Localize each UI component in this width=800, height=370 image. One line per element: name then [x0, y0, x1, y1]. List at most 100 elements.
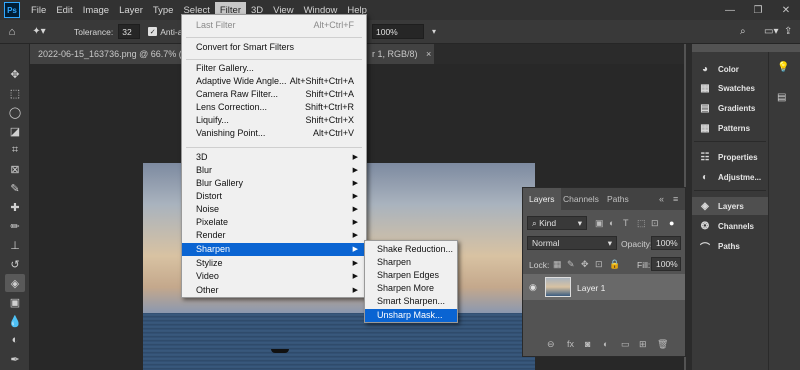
home-icon[interactable]: ⌂: [0, 26, 24, 38]
panel-swatches[interactable]: ▦ Swatches: [692, 79, 768, 97]
opacity-dropdown-icon[interactable]: ▾: [432, 27, 436, 36]
menu-file[interactable]: File: [26, 2, 51, 19]
adjustment-layer-icon[interactable]: ◐: [603, 339, 608, 349]
fill-input[interactable]: 100%: [651, 257, 681, 271]
smart-object-filter-icon[interactable]: ⊡: [651, 218, 659, 229]
healing-brush-tool-icon[interactable]: ✚: [5, 198, 25, 216]
menu-item-convert-smart-filters[interactable]: Convert for Smart Filters: [182, 41, 366, 54]
panel-adjustments[interactable]: ◐ Adjustme...: [692, 168, 768, 186]
pixel-filter-icon[interactable]: ▣: [595, 218, 604, 229]
gradient-tool-icon[interactable]: ▣: [5, 293, 25, 311]
eye-icon[interactable]: ◉: [529, 282, 537, 293]
lock-all-icon[interactable]: 🔒: [609, 259, 620, 270]
eraser-tool-icon[interactable]: ◈: [5, 274, 25, 292]
menu-edit[interactable]: Edit: [51, 2, 77, 19]
maximize-button[interactable]: ❐: [744, 0, 772, 20]
menu-item-pixelate[interactable]: Pixelate ▶: [182, 216, 366, 229]
panel-gradients[interactable]: ▤ Gradients: [692, 99, 768, 117]
menu-item-video[interactable]: Video ▶: [182, 270, 366, 283]
eyedropper-tool-icon[interactable]: ✎: [5, 179, 25, 197]
magic-wand-tool-icon[interactable]: ✦▾: [24, 26, 54, 37]
share-icon[interactable]: ⇪: [784, 26, 792, 37]
brush-tool-icon[interactable]: ✏: [5, 217, 25, 235]
frame-tool-icon[interactable]: ⊠: [5, 160, 25, 178]
lock-position-icon[interactable]: ✥: [581, 259, 589, 270]
menu-item-render[interactable]: Render ▶: [182, 229, 366, 242]
layer-opacity-input[interactable]: 100%: [651, 236, 681, 250]
new-layer-icon[interactable]: ⊞: [639, 339, 647, 350]
learn-icon[interactable]: ▤: [777, 92, 786, 103]
layer-name[interactable]: Layer 1: [577, 283, 605, 293]
crop-tool-icon[interactable]: ⌗: [5, 141, 25, 159]
menu-item-shake-reduction[interactable]: Shake Reduction...: [365, 243, 457, 256]
dodge-tool-icon[interactable]: ◐: [5, 331, 25, 349]
lock-image-icon[interactable]: ✎: [567, 259, 575, 270]
lightbulb-icon[interactable]: 💡: [777, 62, 789, 73]
panel-channels[interactable]: ❂ Channels: [692, 217, 768, 235]
menu-item-last-filter[interactable]: Last Filter Alt+Ctrl+F: [182, 19, 366, 32]
menu-item-distort[interactable]: Distort ▶: [182, 190, 366, 203]
minimize-button[interactable]: —: [716, 0, 744, 20]
menu-item-sharpen-edges[interactable]: Sharpen Edges: [365, 269, 457, 282]
add-mask-icon[interactable]: ◙: [585, 339, 590, 349]
menu-item-sharpen-more[interactable]: Sharpen More: [365, 282, 457, 295]
menu-item-other[interactable]: Other ▶: [182, 284, 366, 297]
layer-row[interactable]: ◉ Layer 1: [523, 274, 685, 300]
panel-paths[interactable]: ⌒ Paths: [692, 237, 768, 255]
menu-item-blur-gallery[interactable]: Blur Gallery ▶: [182, 177, 366, 190]
move-tool-icon[interactable]: ✥: [5, 65, 25, 83]
clone-stamp-tool-icon[interactable]: ⊥: [5, 236, 25, 254]
opacity-input[interactable]: 100%: [372, 24, 424, 39]
panel-properties[interactable]: ☷ Properties: [692, 148, 768, 166]
search-icon[interactable]: ⌕: [740, 26, 746, 37]
lock-artboard-icon[interactable]: ⊡: [595, 259, 603, 270]
blur-tool-icon[interactable]: 💧: [5, 312, 25, 330]
panel-layers[interactable]: ◈ Layers: [692, 197, 768, 215]
menu-item-vanishing-point[interactable]: Vanishing Point... Alt+Ctrl+V: [182, 127, 366, 140]
menu-item-stylize[interactable]: Stylize ▶: [182, 257, 366, 270]
document-tab-2[interactable]: r 1, RGB/8) ×: [364, 44, 434, 64]
menu-layer[interactable]: Layer: [114, 2, 148, 19]
close-window-button[interactable]: ✕: [772, 0, 800, 20]
menu-item-adaptive-wide-angle[interactable]: Adaptive Wide Angle... Alt+Shift+Ctrl+A: [182, 75, 366, 88]
trash-icon[interactable]: 🗑: [657, 339, 668, 350]
new-group-icon[interactable]: ▭: [621, 339, 630, 350]
lock-transparent-icon[interactable]: ▦: [553, 259, 562, 270]
menu-item-3d[interactable]: 3D ▶: [182, 151, 366, 164]
menu-item-sharpen-filter[interactable]: Sharpen: [365, 256, 457, 269]
kind-filter-select[interactable]: ⌕ Kind ▾: [527, 216, 587, 230]
menu-image[interactable]: Image: [78, 2, 114, 19]
menu-item-sharpen[interactable]: Sharpen ▶: [182, 243, 366, 256]
menu-item-unsharp-mask[interactable]: Unsharp Mask...: [365, 309, 457, 322]
menu-item-smart-sharpen[interactable]: Smart Sharpen...: [365, 295, 457, 308]
menu-type[interactable]: Type: [148, 2, 179, 19]
collapse-icon[interactable]: «: [659, 194, 664, 204]
tab-layers[interactable]: Layers: [523, 188, 561, 210]
tab-channels[interactable]: Channels: [557, 188, 605, 210]
shape-filter-icon[interactable]: ⬚: [637, 218, 646, 229]
pen-tool-icon[interactable]: ✒: [5, 350, 25, 368]
workspace-icon[interactable]: ▭▾: [764, 26, 778, 37]
menu-item-filter-gallery[interactable]: Filter Gallery...: [182, 62, 366, 75]
panel-menu-icon[interactable]: ≡: [673, 194, 678, 204]
close-tab-icon[interactable]: ×: [426, 49, 431, 59]
tolerance-input[interactable]: 32: [118, 24, 141, 39]
type-filter-icon[interactable]: T: [623, 218, 629, 228]
panel-patterns[interactable]: ▦ Patterns: [692, 119, 768, 137]
menu-item-blur[interactable]: Blur ▶: [182, 164, 366, 177]
menu-item-camera-raw[interactable]: Camera Raw Filter... Shift+Ctrl+A: [182, 88, 366, 101]
menu-item-noise[interactable]: Noise ▶: [182, 203, 366, 216]
object-select-tool-icon[interactable]: ◪: [5, 122, 25, 140]
lasso-tool-icon[interactable]: ◯: [5, 103, 25, 121]
blend-mode-select[interactable]: Normal ▾: [527, 236, 617, 250]
panel-color[interactable]: ◕ Color: [692, 60, 768, 78]
history-brush-tool-icon[interactable]: ↺: [5, 255, 25, 273]
link-layers-icon[interactable]: ⊖: [547, 339, 555, 350]
tab-paths[interactable]: Paths: [601, 188, 635, 210]
adjustment-filter-icon[interactable]: ◐: [609, 218, 614, 228]
menu-item-liquify[interactable]: Liquify... Shift+Ctrl+X: [182, 114, 366, 127]
fx-icon[interactable]: fx: [567, 339, 574, 349]
filter-toggle-icon[interactable]: ●: [669, 218, 674, 228]
menu-item-lens-correction[interactable]: Lens Correction... Shift+Ctrl+R: [182, 101, 366, 114]
marquee-tool-icon[interactable]: ⬚: [5, 84, 25, 102]
